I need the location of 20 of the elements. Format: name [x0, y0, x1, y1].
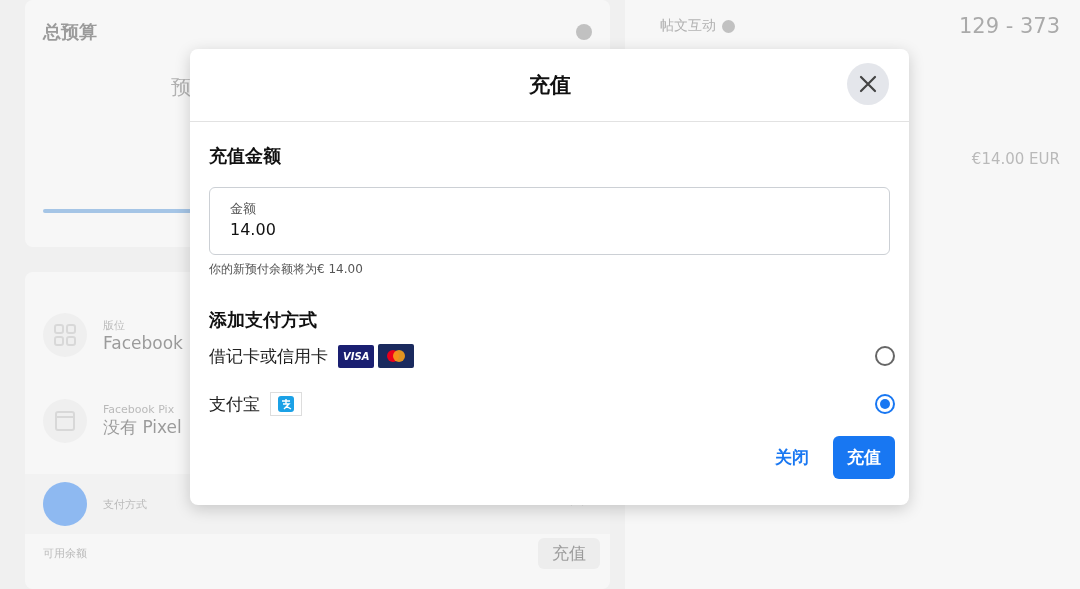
item-value: 没有 Pixel	[103, 416, 182, 439]
budget-text: 预	[171, 74, 191, 101]
section-title: 添加支付方式	[209, 308, 318, 332]
payment-method-label: 支付宝	[209, 392, 260, 416]
dialog-title: 充值	[528, 72, 571, 99]
item-label: Facebook Pix	[103, 403, 176, 416]
topup-confirm-button[interactable]: 充值	[833, 436, 895, 479]
section-title: 充值金额	[209, 144, 282, 168]
payment-method-label: 借记卡或信用卡	[209, 344, 328, 368]
item-value: Facebook	[103, 332, 183, 353]
close-button[interactable]: 关闭	[773, 438, 811, 477]
amount-text: €14.00 EUR	[971, 150, 1060, 168]
engagement-range: 129 - 373	[958, 14, 1060, 38]
engagement-label: 帖文互动	[660, 17, 716, 35]
budget-title: 总预算	[43, 20, 97, 44]
amount-field[interactable]: 金额 14.00	[209, 187, 890, 255]
helper-text: 你的新预付余额将为€ 14.00	[209, 261, 364, 278]
item-label: 版位	[103, 317, 126, 333]
topup-button[interactable]: 充值	[538, 538, 600, 569]
visa-logo: VISA	[338, 344, 375, 368]
